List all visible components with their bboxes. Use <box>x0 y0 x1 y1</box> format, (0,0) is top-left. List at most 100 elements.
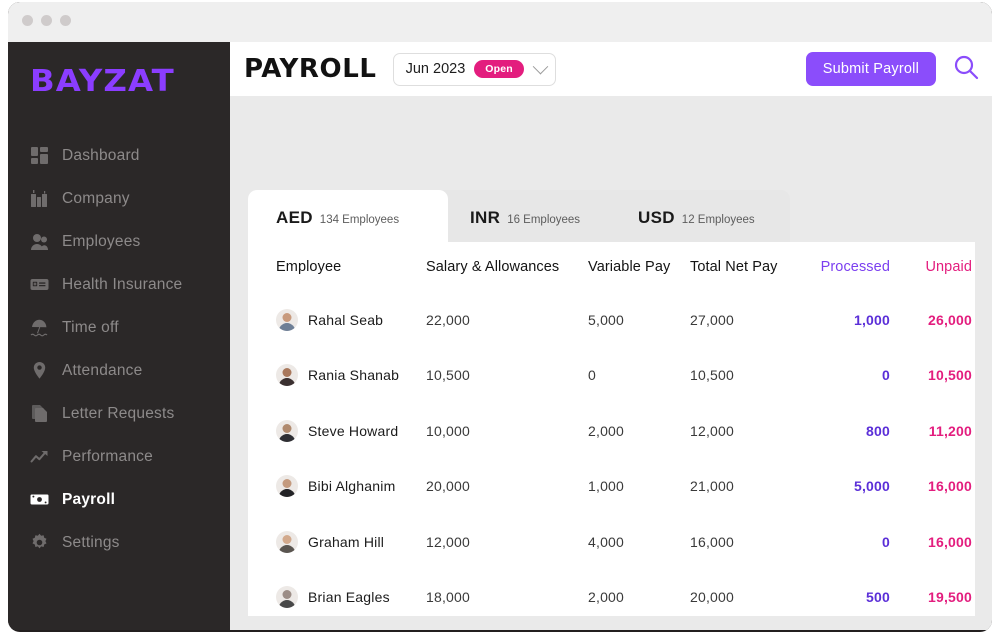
currency-tabs: AED 134 Employees INR 16 Employees USD <box>248 190 790 242</box>
avatar <box>276 420 298 442</box>
close-icon[interactable] <box>22 15 33 26</box>
salary-value: 22,000 <box>426 312 588 328</box>
window-titlebar <box>8 2 992 42</box>
beach-umbrella-icon <box>30 318 49 337</box>
trend-up-icon <box>30 447 49 466</box>
sidebar-item-performance[interactable]: Performance <box>8 435 230 478</box>
buildings-icon <box>30 189 49 208</box>
avatar <box>276 364 298 386</box>
variable-value: 0 <box>588 367 690 383</box>
variable-value: 2,000 <box>588 423 690 439</box>
total-value: 27,000 <box>690 312 805 328</box>
tab-currency-label: AED <box>276 208 313 228</box>
avatar <box>276 309 298 331</box>
app-body: BAYZAT Dashboard Company <box>8 42 992 630</box>
processed-value: 0 <box>805 534 890 550</box>
table-row[interactable]: Graham Hill 12,000 4,000 16,000 0 16,000 <box>248 514 975 570</box>
sidebar-item-label: Settings <box>62 534 120 552</box>
unpaid-value: 11,200 <box>890 423 972 439</box>
tab-currency-label: USD <box>638 208 675 228</box>
employee-name: Rahal Seab <box>308 312 383 328</box>
employee-name: Steve Howard <box>308 423 398 439</box>
payroll-table: Employee Salary & Allowances Variable Pa… <box>248 242 975 616</box>
column-header-unpaid: Unpaid <box>890 259 972 275</box>
maximize-icon[interactable] <box>60 15 71 26</box>
page-title: PAYROLL <box>244 54 377 84</box>
sidebar-nav: Dashboard Company Employees <box>8 134 230 564</box>
employee-name: Graham Hill <box>308 534 384 550</box>
sidebar-item-dashboard[interactable]: Dashboard <box>8 134 230 177</box>
tab-usd[interactable]: USD 12 Employees <box>616 190 790 242</box>
employee-name: Bibi Alghanim <box>308 478 395 494</box>
sidebar-item-employees[interactable]: Employees <box>8 220 230 263</box>
variable-value: 2,000 <box>588 589 690 605</box>
table-row[interactable]: Bibi Alghanim 20,000 1,000 21,000 5,000 … <box>248 459 975 515</box>
processed-value: 0 <box>805 367 890 383</box>
variable-value: 5,000 <box>588 312 690 328</box>
processed-value: 500 <box>805 589 890 605</box>
table-row[interactable]: Steve Howard 10,000 2,000 12,000 800 11,… <box>248 403 975 459</box>
gear-icon <box>30 533 49 552</box>
sidebar-item-company[interactable]: Company <box>8 177 230 220</box>
column-header-processed: Processed <box>805 259 890 275</box>
sidebar-item-letter-requests[interactable]: Letter Requests <box>8 392 230 435</box>
sidebar-item-label: Health Insurance <box>62 276 182 294</box>
tab-employee-count: 134 Employees <box>320 214 399 226</box>
table-row[interactable]: Rania Shanab 10,500 0 10,500 0 10,500 <box>248 348 975 404</box>
tab-inr[interactable]: INR 16 Employees <box>448 190 616 242</box>
search-icon[interactable] <box>952 53 980 86</box>
column-header-total: Total Net Pay <box>690 259 805 275</box>
unpaid-value: 16,000 <box>890 534 972 550</box>
processed-value: 800 <box>805 423 890 439</box>
employee-name: Brian Eagles <box>308 589 390 605</box>
total-value: 21,000 <box>690 478 805 494</box>
unpaid-value: 19,500 <box>890 589 972 605</box>
unpaid-value: 10,500 <box>890 367 972 383</box>
payroll-period-select[interactable]: Jun 2023 Open <box>393 53 556 86</box>
table-header-row: Employee Salary & Allowances Variable Pa… <box>248 242 975 292</box>
sidebar: BAYZAT Dashboard Company <box>8 42 230 630</box>
id-card-icon <box>30 275 49 294</box>
total-value: 20,000 <box>690 589 805 605</box>
submit-payroll-button[interactable]: Submit Payroll <box>806 52 936 86</box>
variable-value: 1,000 <box>588 478 690 494</box>
sidebar-item-health-insurance[interactable]: Health Insurance <box>8 263 230 306</box>
header-actions: Submit Payroll <box>806 42 980 96</box>
tab-currency-label: INR <box>470 208 500 228</box>
brand-logo[interactable]: BAYZAT <box>30 64 175 99</box>
sidebar-item-label: Payroll <box>62 491 115 509</box>
unpaid-value: 26,000 <box>890 312 972 328</box>
minimize-icon[interactable] <box>41 15 52 26</box>
salary-value: 10,500 <box>426 367 588 383</box>
variable-value: 4,000 <box>588 534 690 550</box>
sidebar-item-time-off[interactable]: Time off <box>8 306 230 349</box>
map-pin-icon <box>30 361 49 380</box>
unpaid-value: 16,000 <box>890 478 972 494</box>
sidebar-item-label: Time off <box>62 319 119 337</box>
dashboard-grid-icon <box>30 146 49 165</box>
sidebar-item-label: Company <box>62 190 130 208</box>
salary-value: 12,000 <box>426 534 588 550</box>
tab-employee-count: 12 Employees <box>682 214 755 226</box>
column-header-salary: Salary & Allowances <box>426 259 588 275</box>
total-value: 12,000 <box>690 423 805 439</box>
sidebar-item-settings[interactable]: Settings <box>8 521 230 564</box>
tab-aed[interactable]: AED 134 Employees <box>248 190 448 242</box>
documents-icon <box>30 404 49 423</box>
table-row[interactable]: Rahal Seab 22,000 5,000 27,000 1,000 26,… <box>248 292 975 348</box>
column-header-employee: Employee <box>276 259 426 275</box>
main-area: PAYROLL Jun 2023 Open Submit Payroll <box>230 42 992 630</box>
period-label: Jun 2023 <box>406 61 466 77</box>
banknote-icon <box>30 490 49 509</box>
column-header-variable: Variable Pay <box>588 259 690 275</box>
salary-value: 10,000 <box>426 423 588 439</box>
app-window: BAYZAT Dashboard Company <box>8 2 992 632</box>
sidebar-item-payroll[interactable]: Payroll <box>8 478 230 521</box>
sidebar-item-label: Performance <box>62 448 153 466</box>
avatar <box>276 475 298 497</box>
table-row[interactable]: Brian Eagles 18,000 2,000 20,000 500 19,… <box>248 570 975 626</box>
sidebar-item-attendance[interactable]: Attendance <box>8 349 230 392</box>
traffic-lights <box>22 15 71 26</box>
page-header: PAYROLL Jun 2023 Open Submit Payroll <box>230 42 992 96</box>
sidebar-item-label: Letter Requests <box>62 405 174 423</box>
